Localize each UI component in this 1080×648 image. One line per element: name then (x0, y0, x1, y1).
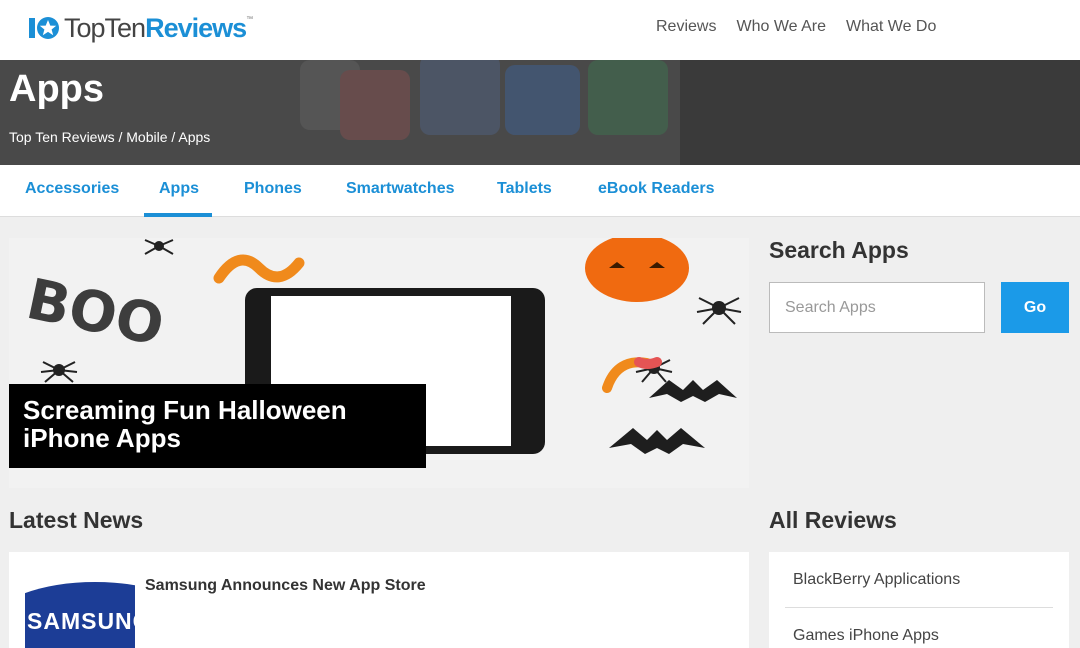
tab-smartwatches[interactable]: Smartwatches (346, 180, 455, 198)
gummy-worm (634, 357, 662, 369)
category-tabs: Accessories Apps Phones Smartwatches Tab… (0, 165, 1080, 217)
hero-overlay (0, 60, 1080, 165)
logo-wordmark: TopTenReviews (64, 13, 247, 43)
search-input[interactable] (769, 282, 985, 333)
tab-tablets[interactable]: Tablets (497, 180, 552, 198)
active-tab-indicator (144, 213, 212, 217)
page-title: Apps (9, 68, 104, 110)
divider (785, 607, 1053, 608)
site-header: TopTenReviews ™ Reviews Who We Are What … (0, 0, 1080, 60)
top-nav: Reviews Who We Are What We Do (656, 17, 956, 37)
featured-article[interactable]: BOO Screaming Fun Halloween iPhone Apps (9, 238, 749, 488)
site-logo[interactable]: TopTenReviews ™ (28, 12, 253, 44)
featured-title-line-1: Screaming Fun Halloween (23, 395, 347, 425)
hero-banner: Apps Top Ten Reviews / Mobile / Apps (0, 60, 1080, 165)
all-reviews-title: All Reviews (769, 507, 897, 533)
featured-article-caption[interactable]: Screaming Fun Halloween iPhone Apps (9, 384, 426, 468)
news-headline[interactable]: Samsung Announces New App Store (145, 577, 426, 595)
tab-accessories[interactable]: Accessories (25, 180, 119, 198)
go-button[interactable]: Go (1001, 282, 1069, 333)
latest-news-panel: SAMSUNG Samsung Announces New App Store (9, 552, 749, 648)
nav-reviews[interactable]: Reviews (656, 17, 716, 37)
samsung-logo-text: SAMSUNG (27, 608, 135, 634)
search-title: Search Apps (769, 237, 909, 263)
featured-title-line-2: iPhone Apps (23, 423, 181, 453)
nav-what-we-do[interactable]: What We Do (846, 17, 936, 37)
all-reviews-panel: BlackBerry Applications Games iPhone App… (769, 552, 1069, 648)
review-link[interactable]: Games iPhone Apps (793, 627, 939, 645)
tab-phones[interactable]: Phones (244, 180, 302, 198)
logo-star-icon (29, 17, 59, 39)
breadcrumb[interactable]: Top Ten Reviews / Mobile / Apps (9, 129, 210, 145)
logo-trademark: ™ (246, 16, 254, 23)
news-thumbnail[interactable]: SAMSUNG (25, 568, 135, 648)
review-link[interactable]: BlackBerry Applications (793, 571, 960, 589)
tab-apps[interactable]: Apps (159, 180, 199, 198)
tab-ebook-readers[interactable]: eBook Readers (598, 180, 715, 198)
nav-who-we-are[interactable]: Who We Are (736, 17, 826, 37)
latest-news-title: Latest News (9, 507, 144, 533)
